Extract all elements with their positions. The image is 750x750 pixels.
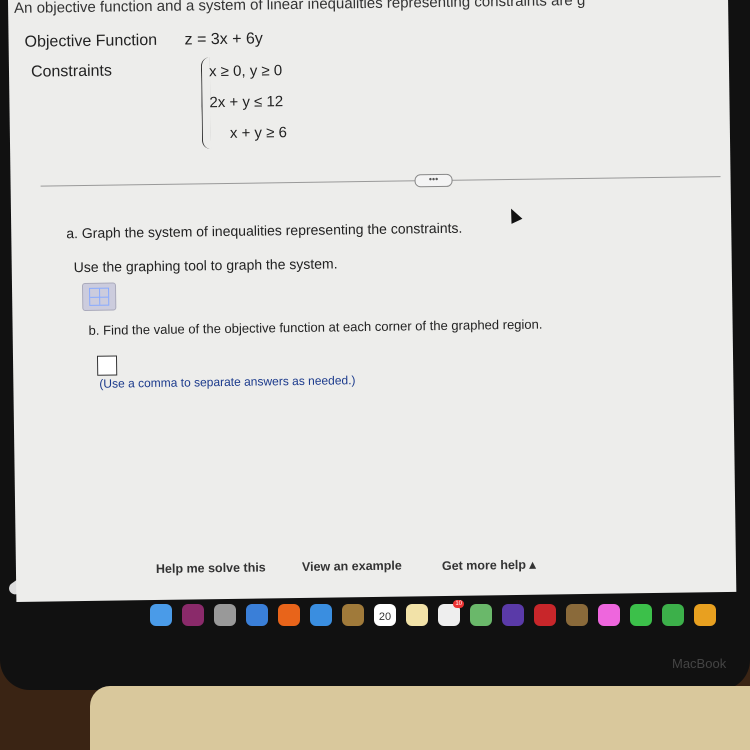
get-more-help-link[interactable]: Get more help ▴ bbox=[442, 557, 536, 573]
photos-icon[interactable] bbox=[598, 604, 620, 626]
problem-intro: An objective function and a system of li… bbox=[13, 0, 586, 17]
objective-function: z = 3x + 6y bbox=[184, 30, 263, 49]
messages-icon[interactable] bbox=[630, 604, 652, 626]
part-b-question: b. Find the value of the objective funct… bbox=[88, 316, 543, 338]
mail-icon[interactable] bbox=[310, 604, 332, 626]
safari-icon[interactable] bbox=[246, 604, 268, 626]
expand-button[interactable]: ••• bbox=[414, 173, 453, 188]
instruments-icon[interactable] bbox=[566, 604, 588, 626]
firefox-icon[interactable] bbox=[278, 604, 300, 626]
help-me-solve-link[interactable]: Help me solve this bbox=[156, 560, 266, 576]
screen: An objective function and a system of li… bbox=[8, 0, 737, 602]
notes-icon[interactable] bbox=[406, 604, 428, 626]
answer-input[interactable] bbox=[96, 355, 118, 376]
constraint: 2x + y ≤ 12 bbox=[209, 93, 284, 112]
notification-badge: 10 bbox=[453, 600, 464, 608]
table bbox=[90, 686, 750, 750]
divider bbox=[40, 176, 721, 187]
constraint: x + y ≥ 6 bbox=[229, 124, 288, 142]
footer: Help me solve this View an example Get m… bbox=[16, 542, 717, 602]
pages-icon[interactable] bbox=[694, 604, 716, 626]
view-example-link[interactable]: View an example bbox=[302, 559, 402, 574]
finder-icon[interactable] bbox=[150, 604, 172, 626]
facetime-icon[interactable] bbox=[662, 604, 684, 626]
constraints-label: Constraints bbox=[30, 62, 113, 81]
graphing-tool-button[interactable] bbox=[81, 282, 117, 311]
part-a-question: a. Graph the system of inequalities repr… bbox=[66, 219, 463, 242]
reminders-icon[interactable]: 10 bbox=[438, 600, 464, 626]
photo-booth-icon[interactable] bbox=[534, 604, 556, 626]
dock: 20 10 bbox=[140, 598, 740, 632]
calendar-icon[interactable]: 20 bbox=[374, 604, 396, 626]
answer-hint: (Use a comma to separate answers as need… bbox=[99, 373, 356, 391]
contacts-icon[interactable] bbox=[342, 604, 364, 626]
part-a-instruction: Use the graphing tool to graph the syste… bbox=[73, 255, 338, 276]
objective-label: Objective Function bbox=[24, 31, 158, 51]
brand-label: MacBook bbox=[672, 656, 727, 671]
constraint: x ≥ 0, y ≥ 0 bbox=[208, 62, 283, 81]
launchpad-icon[interactable] bbox=[214, 604, 236, 626]
imovie-icon[interactable] bbox=[502, 604, 524, 626]
maps-icon[interactable] bbox=[470, 604, 492, 626]
siri-icon[interactable] bbox=[182, 604, 204, 626]
